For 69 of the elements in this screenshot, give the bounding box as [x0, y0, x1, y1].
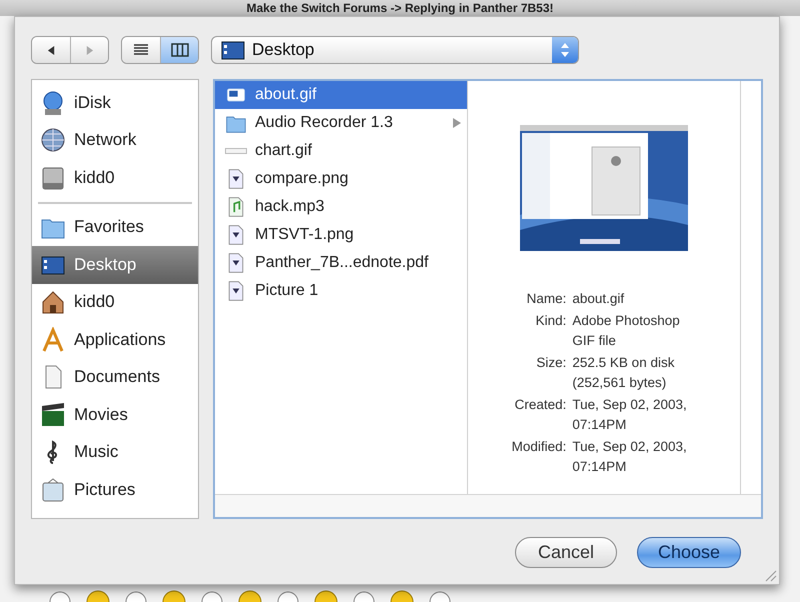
file-name: Audio Recorder 1.3	[255, 114, 394, 132]
sidebar-item-label: Music	[74, 442, 118, 462]
hard-drive-icon	[40, 164, 66, 191]
house-icon	[40, 289, 66, 316]
picture-frame-icon	[40, 476, 66, 503]
info-label: Modified:	[512, 438, 566, 456]
sidebar-item[interactable]: Applications	[32, 321, 198, 358]
file-row[interactable]: Audio Recorder 1.3	[215, 109, 467, 137]
network-icon	[40, 127, 66, 154]
sidebar-item[interactable]: Favorites	[32, 208, 198, 246]
file-row[interactable]: compare.png	[215, 165, 467, 193]
file-name: Panther_7B...ednote.pdf	[255, 254, 430, 272]
file-row[interactable]: chart.gif	[215, 137, 467, 165]
sidebar-item-label: Desktop	[74, 254, 136, 275]
sidebar-item[interactable]: Movies	[32, 396, 198, 434]
info-value: Tue, Sep 02, 2003, 07:14PM	[572, 396, 688, 434]
applications-icon	[40, 326, 66, 353]
info-value: Adobe Photoshop GIF file	[572, 312, 681, 350]
file-row[interactable]: Picture 1	[215, 277, 467, 305]
sidebar-item[interactable]: iDisk	[32, 84, 198, 122]
sidebar-item[interactable]: Documents	[32, 358, 198, 396]
sidebar-item[interactable]: Desktop	[32, 246, 198, 284]
back-button[interactable]	[32, 37, 70, 63]
sidebar-item-label: Applications	[74, 330, 166, 350]
sidebar-item-label: Favorites	[74, 217, 144, 238]
view-mode-button[interactable]	[122, 37, 160, 63]
file-name: chart.gif	[255, 142, 313, 160]
blank-file-icon	[225, 148, 247, 154]
sidebar-item-label: kidd0	[74, 292, 115, 312]
file-name: about.gif	[255, 86, 318, 104]
info-value: about.gif	[572, 290, 626, 308]
list-view-icon	[133, 43, 149, 57]
sidebar-item[interactable]: Music	[32, 434, 198, 471]
file-name: compare.png	[255, 170, 350, 188]
info-label: Kind:	[534, 312, 566, 330]
resize-grip-icon	[763, 568, 777, 582]
sidebar-item-label: Pictures	[74, 480, 136, 500]
info-value: 252.5 KB on disk (252,561 bytes)	[572, 354, 676, 392]
window-title: Make the Switch Forums -> Replying in Panther 7B53!	[246, 1, 554, 15]
sidebar-item-label: Movies	[74, 404, 128, 425]
file-name: MTSVT-1.png	[255, 226, 355, 244]
sidebar-item-label: Network	[74, 130, 136, 150]
file-row[interactable]: hack.mp3	[215, 193, 467, 221]
film-clapper-icon	[40, 402, 66, 428]
file-name: hack.mp3	[255, 198, 326, 216]
file-row[interactable]: Panther_7B...ednote.pdf	[215, 249, 467, 277]
sidebar-item[interactable]: kidd0	[32, 284, 198, 321]
column-view-icon	[170, 43, 188, 57]
disclosure-arrow-icon	[453, 118, 461, 128]
info-label: Size:	[535, 354, 566, 372]
back-arrow-icon	[46, 44, 56, 56]
info-label: Created:	[514, 396, 566, 414]
sidebar-item[interactable]: Network	[32, 122, 198, 159]
file-name: Picture 1	[255, 282, 320, 300]
sidebar-item-label: kidd0	[74, 168, 115, 188]
info-value: Tue, Sep 02, 2003, 07:14PM	[572, 438, 688, 476]
info-label: Name:	[526, 290, 566, 308]
file-row[interactable]: MTSVT-1.png	[215, 221, 467, 249]
location-popup[interactable]: Desktop	[211, 36, 579, 64]
sidebar-item-label: Documents	[74, 367, 160, 388]
view-mode-button[interactable]	[160, 37, 198, 63]
choose-button[interactable]: Choose	[637, 537, 741, 568]
up-down-arrows-icon	[560, 42, 570, 58]
sidebar-item[interactable]: kidd0	[32, 159, 198, 196]
sidebar-item-label: iDisk	[74, 92, 111, 113]
sidebar-item[interactable]: Pictures	[32, 471, 198, 508]
forward-arrow-icon	[85, 44, 94, 56]
file-row[interactable]: about.gif	[215, 81, 467, 109]
cancel-button[interactable]: Cancel	[515, 537, 617, 568]
